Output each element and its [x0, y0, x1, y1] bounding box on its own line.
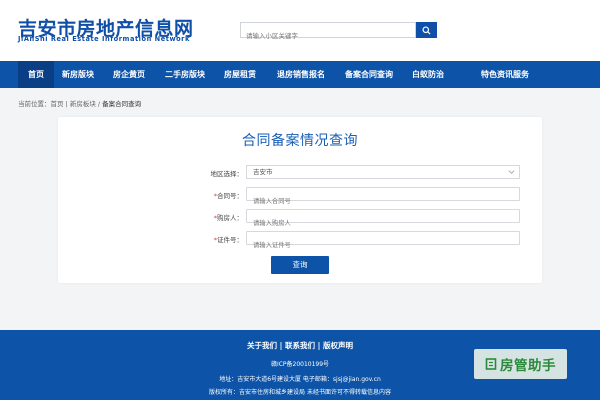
buyer-field [246, 209, 520, 230]
nav-item-contract-query[interactable]: 备案合同查询 [338, 61, 400, 88]
breadcrumb-prefix: 当前位置： [18, 100, 51, 108]
query-button[interactable]: 查询 [271, 256, 329, 274]
region-select[interactable]: 吉安市 [246, 165, 520, 179]
nav-item-new-homes[interactable]: 新房版块 [56, 61, 100, 88]
region-label-wrap: 地区选择： [158, 168, 244, 178]
buyer-label: 购房人： [217, 214, 243, 222]
chevron-down-icon [508, 170, 515, 174]
search-box [240, 22, 416, 43]
nav-item-featured-services[interactable]: 特色资讯服务 [474, 61, 536, 88]
nav-item-home[interactable]: 首页 [18, 61, 54, 88]
footer-sep: | [277, 341, 285, 350]
nav-item-termite[interactable]: 白蚁防治 [406, 61, 450, 88]
main-nav: 首页 新房版块 房企黄页 二手房版块 房屋租赁 退房销售报名 备案合同查询 白蚁… [0, 61, 600, 88]
page-title: 合同备案情况查询 [242, 133, 358, 149]
site-header: 吉安市房地产信息网 JiAnShi Real Estate Informatio… [0, 0, 600, 61]
footer-link-about[interactable]: 关于我们 [247, 341, 277, 350]
buyer-name-input[interactable] [247, 217, 519, 230]
contract-number-input[interactable] [247, 195, 519, 208]
id-field [246, 231, 520, 252]
contract-label: 合同号： [217, 192, 243, 200]
search-icon [422, 25, 431, 35]
nav-item-second-hand[interactable]: 二手房版块 [158, 61, 212, 88]
contract-label-wrap: *合同号： [158, 190, 243, 200]
breadcrumb: 当前位置：首页 | 新房板块 / 备案合同查询 [18, 98, 141, 108]
region-label: 地区选择： [210, 170, 244, 178]
contract-field [246, 187, 520, 208]
buyer-label-wrap: *购房人： [158, 212, 243, 222]
breadcrumb-home[interactable]: 首页 [51, 100, 64, 108]
house-icon [485, 358, 497, 370]
watermark-badge: 房管助手 [474, 349, 567, 379]
nav-item-developers[interactable]: 房企黄页 [106, 61, 152, 88]
footer-copyright: 版权所有：吉安市住房和城乡建设局 未经书面许可不得转载信息内容 [209, 389, 391, 396]
nav-item-return-registration[interactable]: 退房销售报名 [270, 61, 332, 88]
footer-link-copyright[interactable]: 版权声明 [323, 341, 353, 350]
search-input[interactable] [241, 29, 415, 43]
footer-link-contact[interactable]: 联系我们 [285, 341, 315, 350]
breadcrumb-section[interactable]: 新房板块 [70, 100, 96, 108]
search-button[interactable] [416, 22, 437, 38]
nav-item-rental[interactable]: 房屋租赁 [216, 61, 264, 88]
id-label: 证件号： [217, 236, 243, 244]
region-select-value: 吉安市 [253, 168, 273, 176]
id-number-input[interactable] [247, 239, 519, 252]
footer-sep: | [315, 341, 323, 350]
id-label-wrap: *证件号： [158, 234, 243, 244]
watermark-text: 房管助手 [500, 358, 556, 374]
site-logo-subtitle: JiAnShi Real Estate Information Network [18, 35, 190, 43]
breadcrumb-current: 备案合同查询 [102, 100, 142, 108]
